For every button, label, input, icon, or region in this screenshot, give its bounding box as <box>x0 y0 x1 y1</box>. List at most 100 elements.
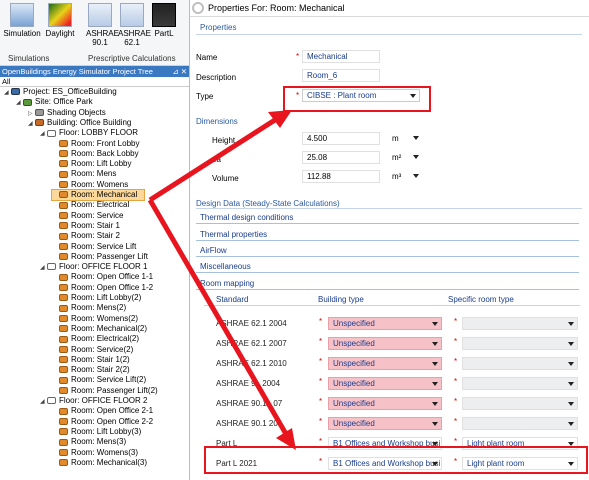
tree-filter[interactable]: All <box>0 77 189 87</box>
required-marker: * <box>454 337 458 346</box>
pin-close-icon[interactable]: ⊿ ✕ <box>172 66 187 77</box>
expand-toggle-icon[interactable]: ◢ <box>40 397 47 407</box>
tree-node[interactable]: Room: Mechanical <box>51 189 145 201</box>
tree-node[interactable]: Room: Open Office 2-2 <box>52 417 153 427</box>
tree-node[interactable]: ◢ Floor: OFFICE FLOOR 1 <box>40 262 147 272</box>
tree-node[interactable]: Room: Stair 1(2) <box>52 355 130 365</box>
bld-icon <box>35 119 44 127</box>
tree-node[interactable]: ◢ Floor: LOBBY FLOOR <box>40 128 138 138</box>
room-type-select[interactable] <box>462 317 578 330</box>
tree-node[interactable]: Room: Open Office 1-2 <box>52 283 153 293</box>
tree-node[interactable]: Room: Mechanical(2) <box>52 324 147 334</box>
height-unit-select[interactable]: m <box>392 132 422 145</box>
tree-node[interactable]: Room: Stair 1 <box>52 221 120 231</box>
tree-node[interactable]: Room: Mechanical(3) <box>52 458 147 468</box>
tree-node[interactable]: Room: Womens(3) <box>52 448 138 458</box>
tree-node[interactable]: Room: Service Lift <box>52 242 136 252</box>
tree-node[interactable]: ◢ Floor: OFFICE FLOOR 2 <box>40 396 147 406</box>
tree-node[interactable]: Room: Service <box>52 211 123 221</box>
daylight-button[interactable]: Daylight <box>44 3 76 38</box>
room-type-select[interactable] <box>462 337 578 350</box>
volume-unit-select[interactable]: m³ <box>392 170 422 183</box>
required-marker: * <box>319 417 323 426</box>
tree-node[interactable]: Room: Mens(2) <box>52 303 126 313</box>
mapping-standard: ASHRAE 62.1 2007 <box>216 339 287 348</box>
building-type-select[interactable]: Unspecified <box>328 337 442 350</box>
required-marker: * <box>454 437 458 446</box>
chevron-down-icon <box>432 422 438 426</box>
partl-button[interactable]: PartL <box>150 3 178 38</box>
tree-node[interactable]: Room: Front Lobby <box>52 139 139 149</box>
ashrae-621-label: ASHRAE <box>118 29 151 38</box>
accordion-airflow[interactable]: AirFlow <box>196 244 579 257</box>
tree-node[interactable]: Room: Service(2) <box>52 345 133 355</box>
expand-toggle-icon[interactable]: ◢ <box>40 263 47 273</box>
tree-node[interactable]: ▷ Shading Objects <box>28 108 106 118</box>
required-marker: * <box>319 437 323 446</box>
tree-node[interactable]: Room: Mens <box>52 169 116 179</box>
tree-node[interactable]: Room: Open Office 1-1 <box>52 272 153 282</box>
tree-node[interactable]: Room: Service Lift(2) <box>52 375 146 385</box>
required-marker: * <box>319 397 323 406</box>
room-icon <box>59 356 68 364</box>
tree-node[interactable]: Room: Back Lobby <box>52 149 139 159</box>
tree-node[interactable]: Room: Mens(3) <box>52 437 126 447</box>
expand-toggle-icon[interactable]: ◢ <box>40 129 47 139</box>
simulation-button[interactable]: Simulation <box>2 3 42 38</box>
room-type-select[interactable] <box>462 397 578 410</box>
building-type-value: Unspecified <box>333 419 375 428</box>
expand-toggle-icon[interactable]: ◢ <box>4 88 11 98</box>
room-type-select[interactable] <box>462 417 578 430</box>
tree-node[interactable]: Room: Open Office 2-1 <box>52 406 153 416</box>
expand-toggle-icon[interactable]: ◢ <box>28 119 35 129</box>
building-type-select[interactable]: Unspecified <box>328 377 442 390</box>
tree-node[interactable]: ◢ Site: Office Park <box>16 97 93 107</box>
tree-node-label: Room: Mens(3) <box>71 437 127 447</box>
accordion-thermal-properties[interactable]: Thermal properties <box>196 228 579 241</box>
building-type-select[interactable]: Unspecified <box>328 417 442 430</box>
room-type-select[interactable] <box>462 377 578 390</box>
tree-node[interactable]: Room: Electrical <box>52 200 129 210</box>
tree-node[interactable]: Room: Electrical(2) <box>52 334 139 344</box>
tree-node-label: Room: Back Lobby <box>71 148 139 158</box>
mapping-standard: ASHRAE 62.1 2004 <box>216 319 287 328</box>
description-field[interactable]: Room_6 <box>302 69 380 82</box>
ashrae-621-button[interactable]: ASHRAE 62.1 <box>118 3 151 47</box>
area-unit-select[interactable]: m² <box>392 151 422 164</box>
tree-node[interactable]: Room: Lift Lobby(3) <box>52 427 141 437</box>
tree-node[interactable]: Room: Womens(2) <box>52 314 138 324</box>
tree-node[interactable]: Room: Lift Lobby <box>52 159 131 169</box>
volume-field[interactable]: 112.88 <box>302 170 380 183</box>
tree-node[interactable]: Room: Lift Lobby(2) <box>52 293 141 303</box>
building-type-select[interactable]: Unspecified <box>328 397 442 410</box>
floor-icon <box>47 263 56 271</box>
accordion-miscellaneous[interactable]: Miscellaneous <box>196 260 579 273</box>
tree-node-label: Room: Lift Lobby(3) <box>71 426 142 436</box>
tree-node-label: Room: Stair 2(2) <box>71 365 130 375</box>
tree-node-label: Room: Electrical <box>71 200 130 210</box>
tree-node[interactable]: ◢ Project: ES_OfficeBuilding <box>4 87 117 97</box>
partl-label: PartL <box>154 29 174 38</box>
tree-node[interactable]: Room: Passenger Lift(2) <box>52 386 158 396</box>
name-field[interactable]: Mechanical <box>302 50 380 63</box>
tree-node[interactable]: Room: Womens <box>52 180 128 190</box>
ashrae-901-button[interactable]: ASHRAE 90.1 <box>86 3 119 47</box>
expand-toggle-icon[interactable]: ◢ <box>16 98 23 108</box>
room-icon <box>59 150 68 158</box>
building-type-select[interactable]: Unspecified <box>328 357 442 370</box>
room-type-select[interactable] <box>462 357 578 370</box>
room-icon <box>59 181 68 189</box>
type-highlight <box>283 86 431 112</box>
building-type-select[interactable]: Unspecified <box>328 317 442 330</box>
accordion-room-mapping[interactable]: Room mapping <box>196 277 579 290</box>
tree-node[interactable]: Room: Passenger Lift <box>52 252 148 262</box>
tree-node[interactable]: Room: Stair 2 <box>52 231 120 241</box>
area-field[interactable]: 25.08 <box>302 151 380 164</box>
room-icon <box>59 211 68 219</box>
height-field[interactable]: 4.500 <box>302 132 380 145</box>
tree-node[interactable]: ◢ Building: Office Building <box>28 118 131 128</box>
tree-node-label: Room: Open Office 2-2 <box>71 416 154 426</box>
tree-node[interactable]: Room: Stair 2(2) <box>52 365 130 375</box>
tree-node-label: Building: Office Building <box>47 117 132 127</box>
accordion-thermal-design[interactable]: Thermal design conditions <box>196 211 579 224</box>
